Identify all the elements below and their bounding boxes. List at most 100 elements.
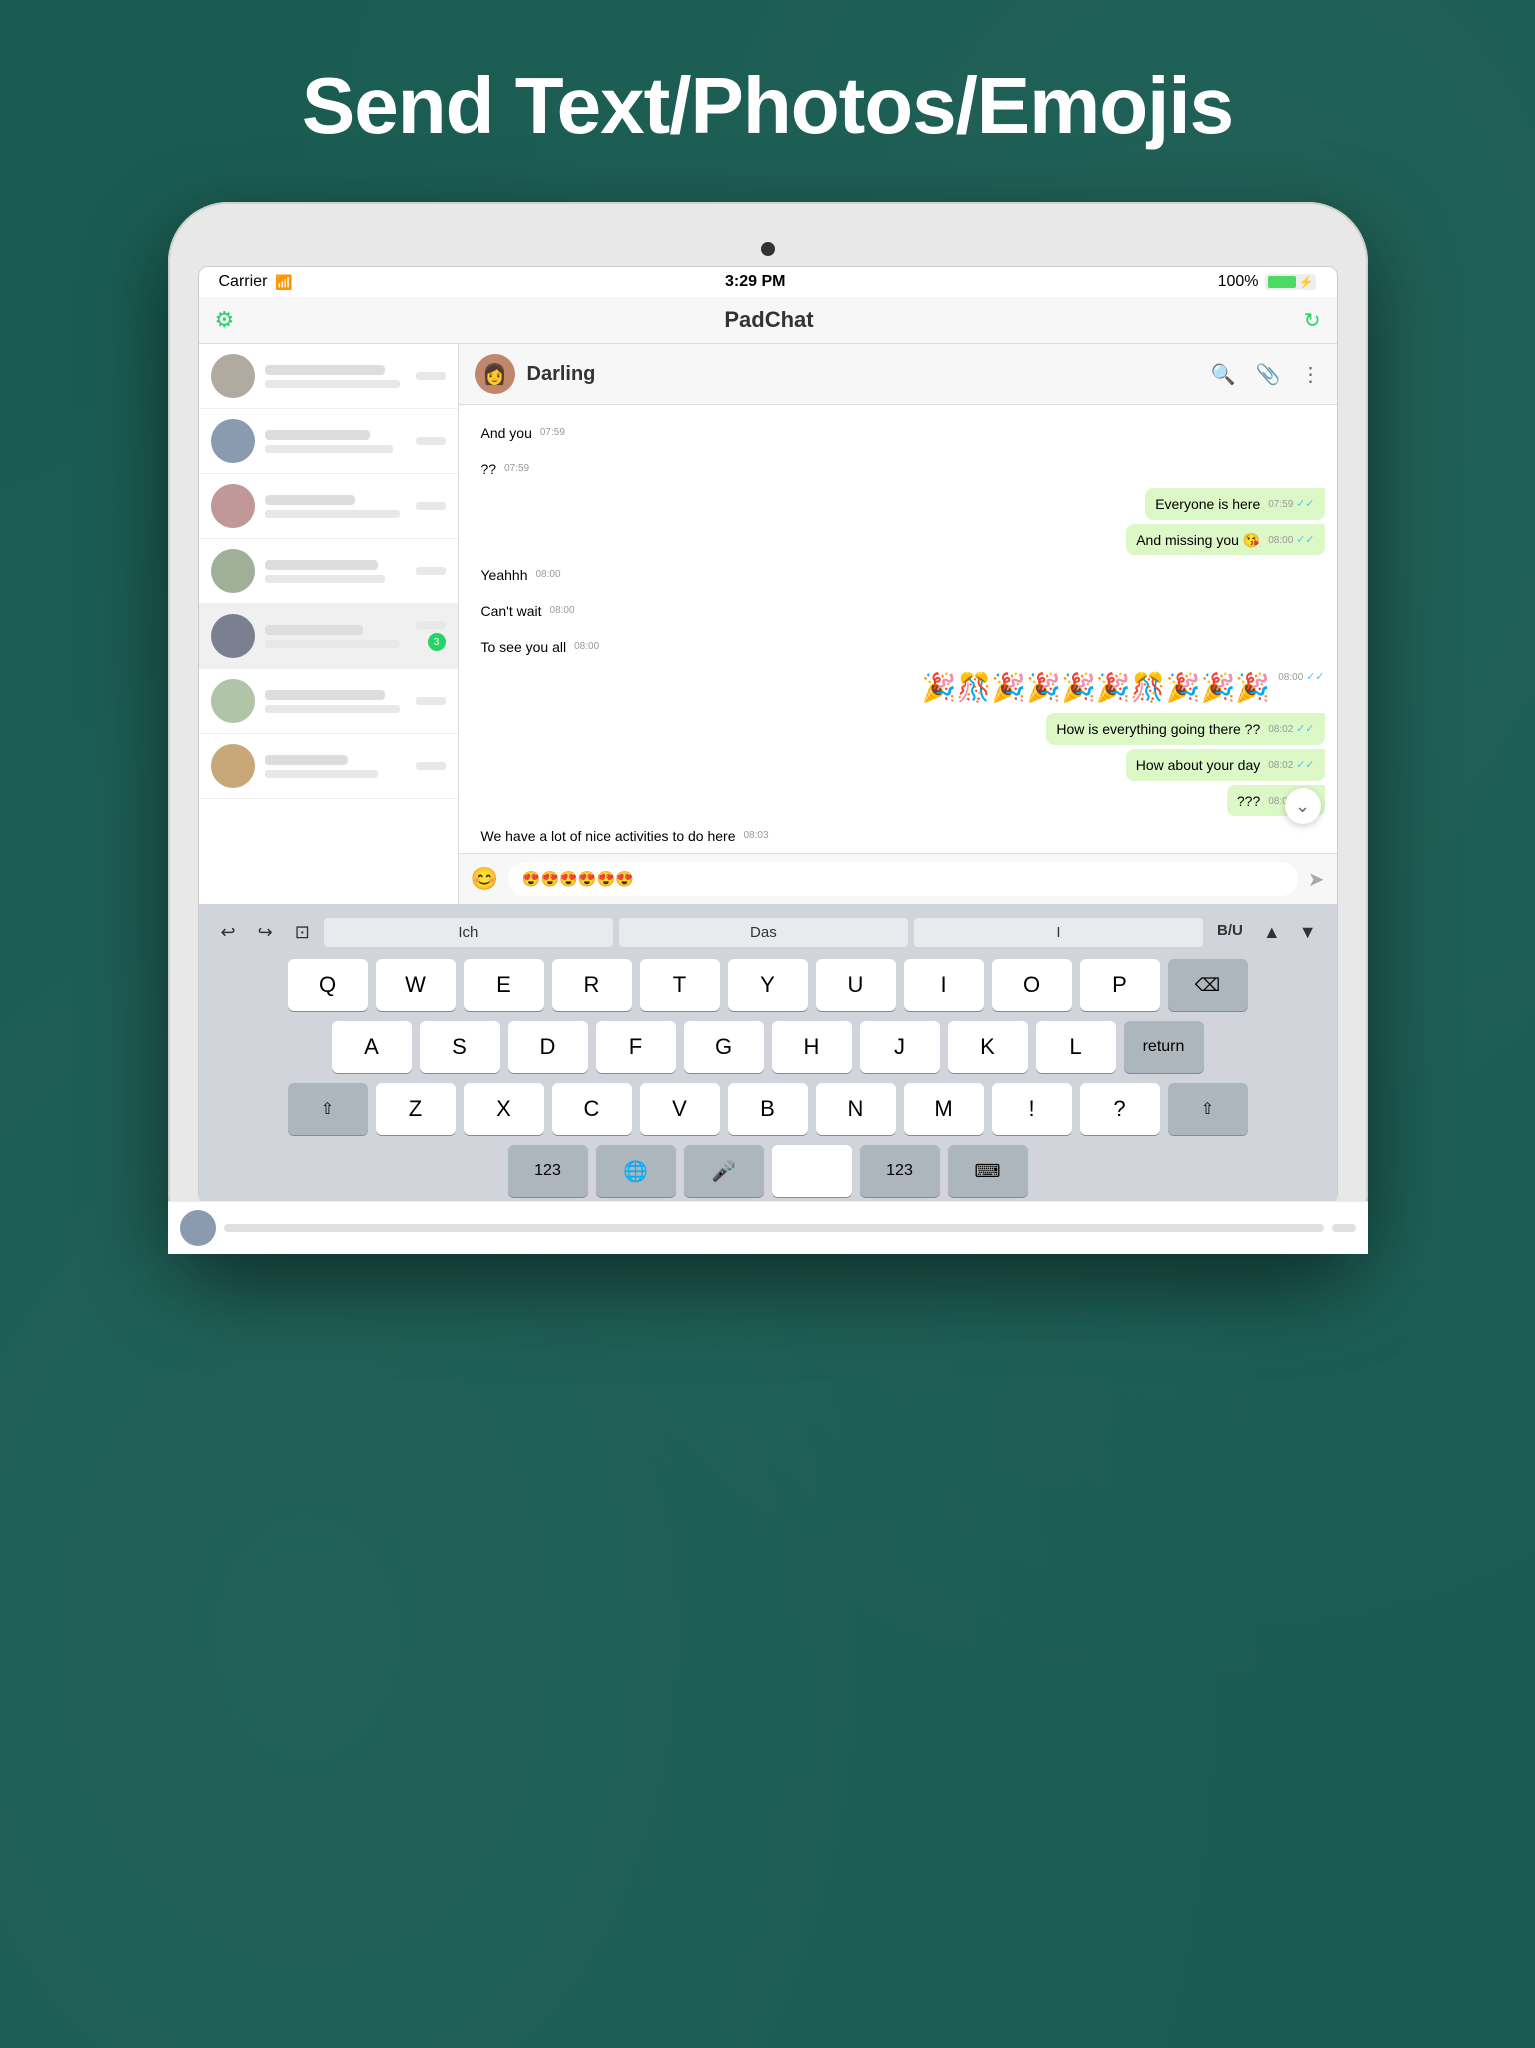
key-exclaim[interactable]: !	[992, 1083, 1072, 1135]
undo-button[interactable]: ↩	[213, 918, 244, 947]
avatar	[211, 679, 255, 723]
message-time: 08:02 ✓✓	[1268, 722, 1314, 737]
suggestion-ich[interactable]: Ich	[324, 918, 613, 947]
key-r[interactable]: R	[552, 959, 632, 1011]
key-s[interactable]: S	[420, 1021, 500, 1073]
key-z[interactable]: Z	[376, 1083, 456, 1135]
sidebar-text	[265, 755, 416, 778]
key-n[interactable]: N	[816, 1083, 896, 1135]
suggestion-das[interactable]: Das	[619, 918, 908, 947]
arrow-down-button[interactable]: ▼	[1293, 918, 1323, 947]
key-123-left[interactable]: 123	[508, 1145, 588, 1197]
shift-key-left[interactable]: ⇧	[288, 1083, 368, 1135]
key-a[interactable]: A	[332, 1021, 412, 1073]
refresh-icon[interactable]: ↻	[1304, 308, 1321, 333]
sidebar-text	[265, 495, 416, 518]
key-o[interactable]: O	[992, 959, 1072, 1011]
sidebar: 3	[199, 344, 459, 904]
delete-key[interactable]: ⌫	[1168, 959, 1248, 1011]
key-m[interactable]: M	[904, 1083, 984, 1135]
battery-percent: 100%	[1218, 273, 1259, 291]
attachment-icon[interactable]: 📎	[1256, 362, 1281, 387]
key-u[interactable]: U	[816, 959, 896, 1011]
format-button[interactable]: B/U	[1209, 918, 1251, 947]
message-text: 🎉🎊🎉🎉🎉🎉🎊🎉🎉🎉	[922, 672, 1271, 703]
key-v[interactable]: V	[640, 1083, 720, 1135]
list-item[interactable]	[199, 344, 458, 409]
key-l[interactable]: L	[1036, 1021, 1116, 1073]
battery-bar: ⚡	[1265, 274, 1317, 290]
key-j[interactable]: J	[860, 1021, 940, 1073]
key-b[interactable]: B	[728, 1083, 808, 1135]
return-key[interactable]: return	[1124, 1021, 1204, 1073]
arrow-up-button[interactable]: ▲	[1257, 918, 1287, 947]
message-bubble: Can't wait 08:00	[471, 595, 585, 627]
list-item[interactable]	[199, 539, 458, 604]
space-key[interactable]	[772, 1145, 852, 1197]
message-bubble: 🎉🎊🎉🎉🎉🎉🎊🎉🎉🎉 08:00 ✓✓	[922, 666, 1325, 709]
message-text: Can't wait	[481, 603, 542, 619]
shift-key-right[interactable]: ⇧	[1168, 1083, 1248, 1135]
message-text: We have a lot of nice activities to do h…	[481, 828, 736, 844]
message-input-text: 😍😍😍😍😍😍	[522, 870, 634, 888]
read-checks: ✓✓	[1296, 534, 1314, 546]
settings-icon[interactable]: ⚙	[215, 307, 235, 333]
key-w[interactable]: W	[376, 959, 456, 1011]
message-preview	[265, 705, 401, 713]
key-k[interactable]: K	[948, 1021, 1028, 1073]
message-preview	[265, 445, 393, 453]
chat-actions: 🔍 📎 ⋮	[1211, 362, 1321, 387]
key-question[interactable]: ?	[1080, 1083, 1160, 1135]
microphone-key[interactable]: 🎤	[684, 1145, 764, 1197]
key-h[interactable]: H	[772, 1021, 852, 1073]
sidebar-text	[265, 365, 416, 388]
status-left: Carrier 📶	[219, 273, 293, 291]
keyboard-rows: Q W E R T Y U I O P ⌫ A S D F	[205, 959, 1331, 1197]
key-y[interactable]: Y	[728, 959, 808, 1011]
status-time: 3:29 PM	[725, 273, 785, 291]
list-item[interactable]	[199, 734, 458, 799]
sidebar-text	[265, 690, 416, 713]
key-d[interactable]: D	[508, 1021, 588, 1073]
unread-badge: 3	[428, 633, 446, 651]
message-text: How is everything going there ??	[1056, 721, 1260, 737]
key-x[interactable]: X	[464, 1083, 544, 1135]
list-item[interactable]: 3	[199, 604, 458, 669]
read-checks: ✓✓	[1306, 671, 1324, 683]
globe-key[interactable]: 🌐	[596, 1145, 676, 1197]
list-item[interactable]	[199, 409, 458, 474]
suggestion-i[interactable]: I	[914, 918, 1203, 947]
sidebar-meta	[416, 502, 446, 510]
key-row-1: Q W E R T Y U I O P ⌫	[205, 959, 1331, 1011]
message-preview	[265, 640, 401, 648]
message-input-field[interactable]: 😍😍😍😍😍😍	[508, 862, 1298, 896]
emoji-picker-button[interactable]: 😊	[471, 866, 498, 892]
key-p[interactable]: P	[1080, 959, 1160, 1011]
key-q[interactable]: Q	[288, 959, 368, 1011]
more-options-icon[interactable]: ⋮	[1301, 362, 1321, 387]
key-i[interactable]: I	[904, 959, 984, 1011]
clipboard-button[interactable]: ⊡	[287, 918, 318, 947]
scroll-to-bottom-button[interactable]: ⌄	[1285, 788, 1321, 824]
list-item[interactable]	[199, 474, 458, 539]
message-bubble: We have a lot of nice activities to do h…	[471, 820, 779, 852]
battery-fill	[1268, 276, 1296, 288]
key-f[interactable]: F	[596, 1021, 676, 1073]
key-123-right[interactable]: 123	[860, 1145, 940, 1197]
key-t[interactable]: T	[640, 959, 720, 1011]
list-item[interactable]	[199, 669, 458, 734]
key-g[interactable]: G	[684, 1021, 764, 1073]
search-icon[interactable]: 🔍	[1211, 362, 1236, 387]
message-bubble: Everyone is here 07:59 ✓✓	[1145, 488, 1324, 520]
battery-plug: ⚡	[1299, 275, 1314, 289]
contact-name: Darling	[527, 363, 1199, 386]
message-text: ???	[1237, 793, 1260, 809]
redo-button[interactable]: ↪	[250, 918, 281, 947]
wifi-icon: 📶	[275, 274, 292, 291]
contact-name	[265, 495, 356, 505]
keyboard-dismiss-key[interactable]: ⌨	[948, 1145, 1028, 1197]
key-c[interactable]: C	[552, 1083, 632, 1135]
key-e[interactable]: E	[464, 959, 544, 1011]
carrier-label: Carrier	[219, 273, 268, 291]
send-button[interactable]: ➤	[1308, 867, 1325, 892]
